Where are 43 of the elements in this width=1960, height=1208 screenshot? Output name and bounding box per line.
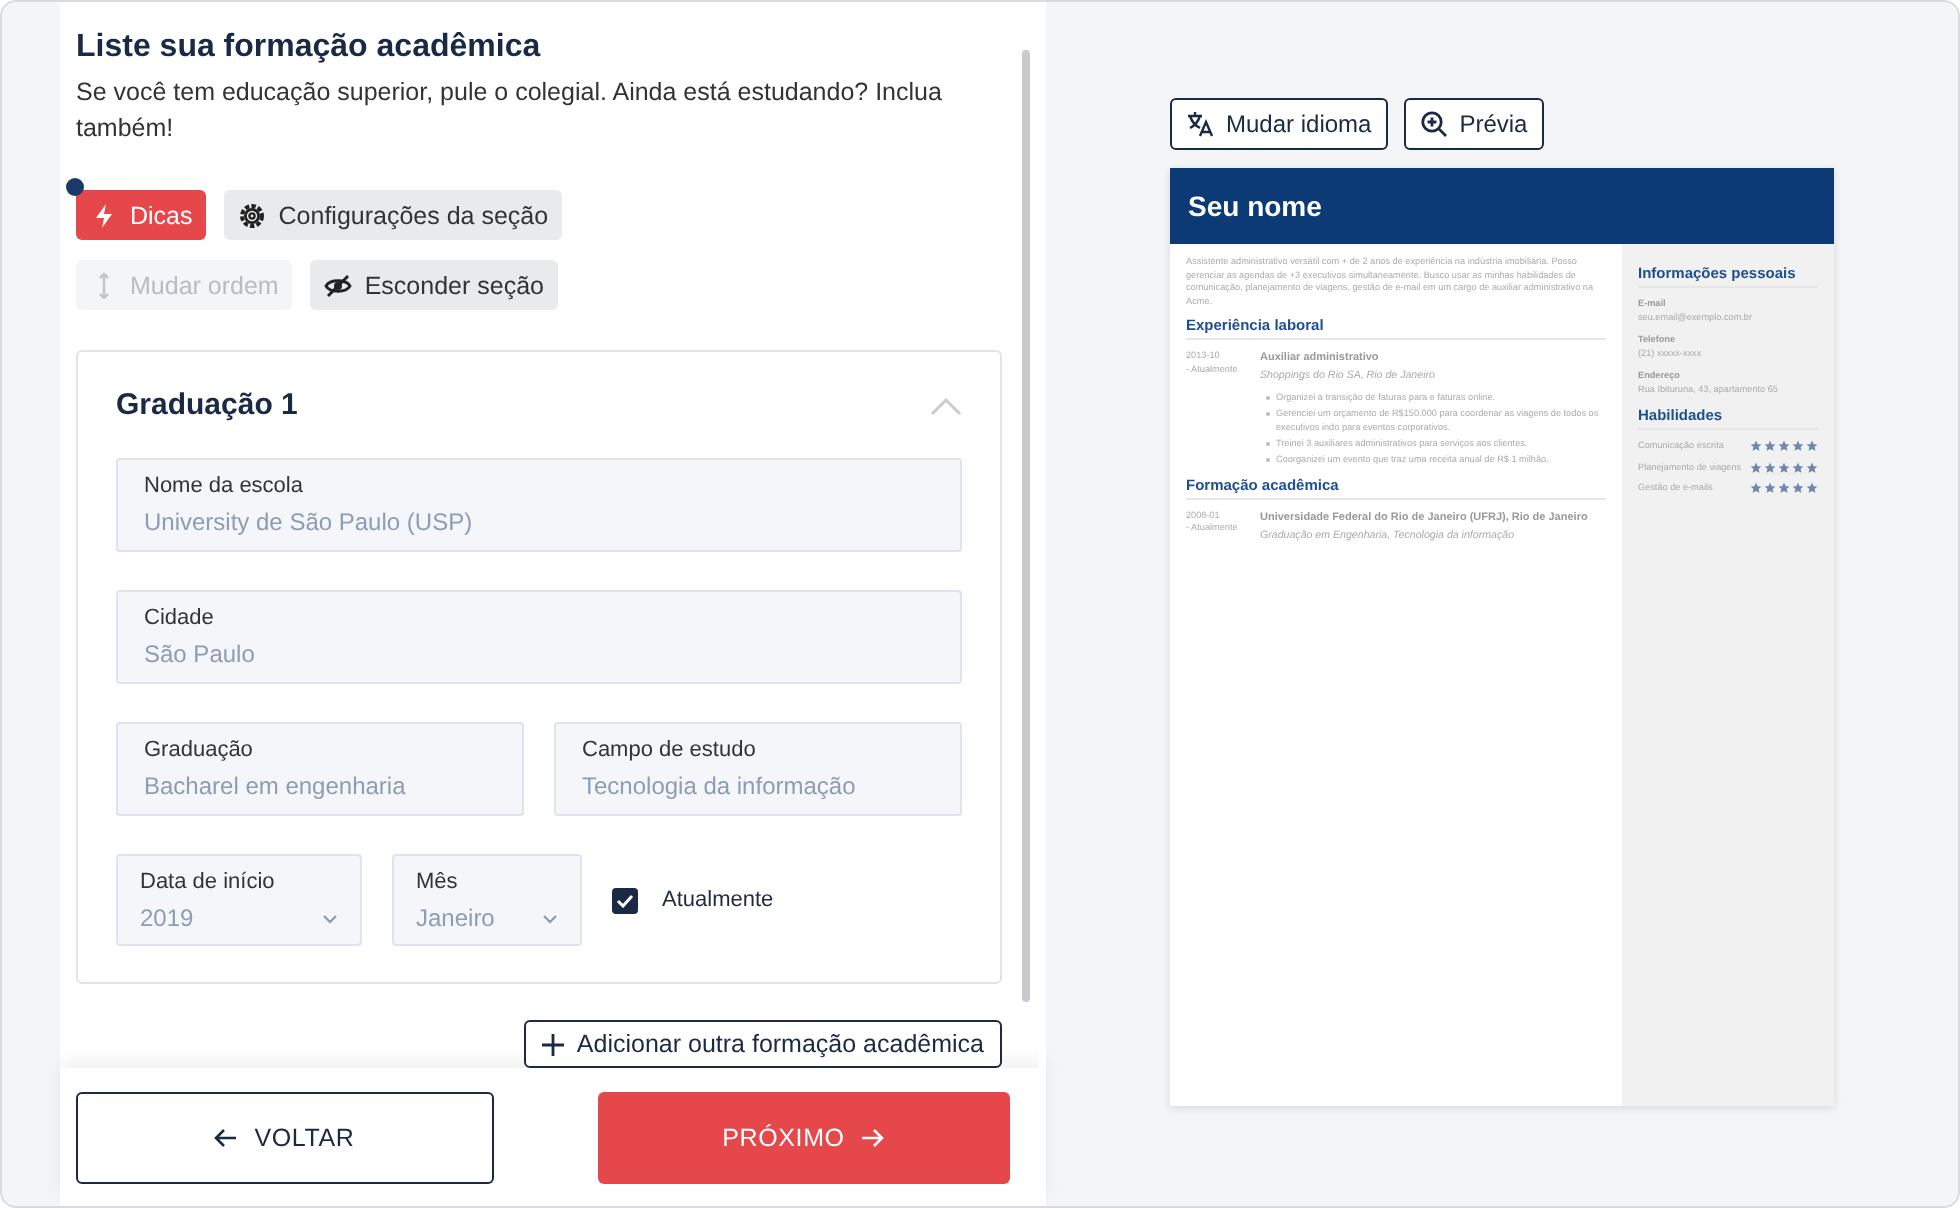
text-input[interactable]: São Paulo (144, 640, 934, 668)
section-title: Liste sua formação acadêmica (76, 30, 543, 66)
text-field[interactable]: Campo de estudo Tecnologia da informação (554, 722, 962, 816)
chevron-up-icon[interactable] (930, 395, 962, 415)
select-field[interactable]: Data de início 2019 (116, 854, 362, 946)
tips-button[interactable]: Dicas (76, 190, 207, 240)
crossed-eye-icon (324, 271, 353, 299)
field-label: Campo de estudo (582, 738, 758, 762)
text-field[interactable]: Cidade São Paulo (116, 590, 962, 684)
arrow-left-icon (214, 1128, 239, 1148)
caret-icon (542, 913, 558, 923)
field-label: Data de início (140, 870, 277, 894)
add-education-button[interactable]: Adicionar outra formação acadêmica (524, 1020, 1002, 1068)
field-label: Mês (416, 870, 460, 894)
field-label: Nome da escola (144, 474, 305, 498)
section-settings-button[interactable]: Configurações da seção (224, 190, 563, 240)
arrow-right-icon (860, 1128, 885, 1148)
preview-button[interactable]: Prévia (1403, 98, 1544, 150)
section-subtitle: Se você tem educação superior, pule o colegial. Ainda está estudando? Inclua também! (76, 76, 944, 146)
caret-icon (322, 913, 338, 923)
text-input[interactable]: Bacharel em engenharia (144, 772, 496, 800)
entry-title: Graduação 1 (116, 388, 298, 422)
bolt-icon (90, 201, 118, 229)
text-input[interactable]: Tecnologia da informação (582, 772, 934, 800)
plus-icon (542, 1033, 565, 1055)
text-field[interactable]: Graduação Bacharel em engenharia (116, 722, 524, 816)
gear-icon (238, 201, 267, 229)
next-button[interactable]: PRÓXIMO (597, 1092, 1010, 1184)
change-language-button[interactable]: Mudar idioma (1170, 98, 1388, 150)
resume-name: Seu nome (1170, 168, 1834, 244)
field-label: Graduação (144, 738, 255, 762)
select-field[interactable]: Mês Janeiro (392, 854, 582, 946)
checkbox-label: Atualmente (662, 888, 774, 912)
field-label: Cidade (144, 606, 216, 630)
zoom-in-icon (1419, 110, 1448, 138)
back-button[interactable]: VOLTAR (76, 1092, 493, 1184)
hide-section-button[interactable]: Esconder seção (310, 260, 558, 310)
text-input[interactable]: University de São Paulo (USP) (144, 508, 934, 536)
scrollbar[interactable] (1022, 50, 1030, 1002)
text-field[interactable]: Nome da escola University de São Paulo (USP) (116, 458, 962, 552)
check-icon (616, 893, 634, 907)
translate-icon (1186, 110, 1214, 138)
checkbox[interactable] (612, 887, 638, 913)
